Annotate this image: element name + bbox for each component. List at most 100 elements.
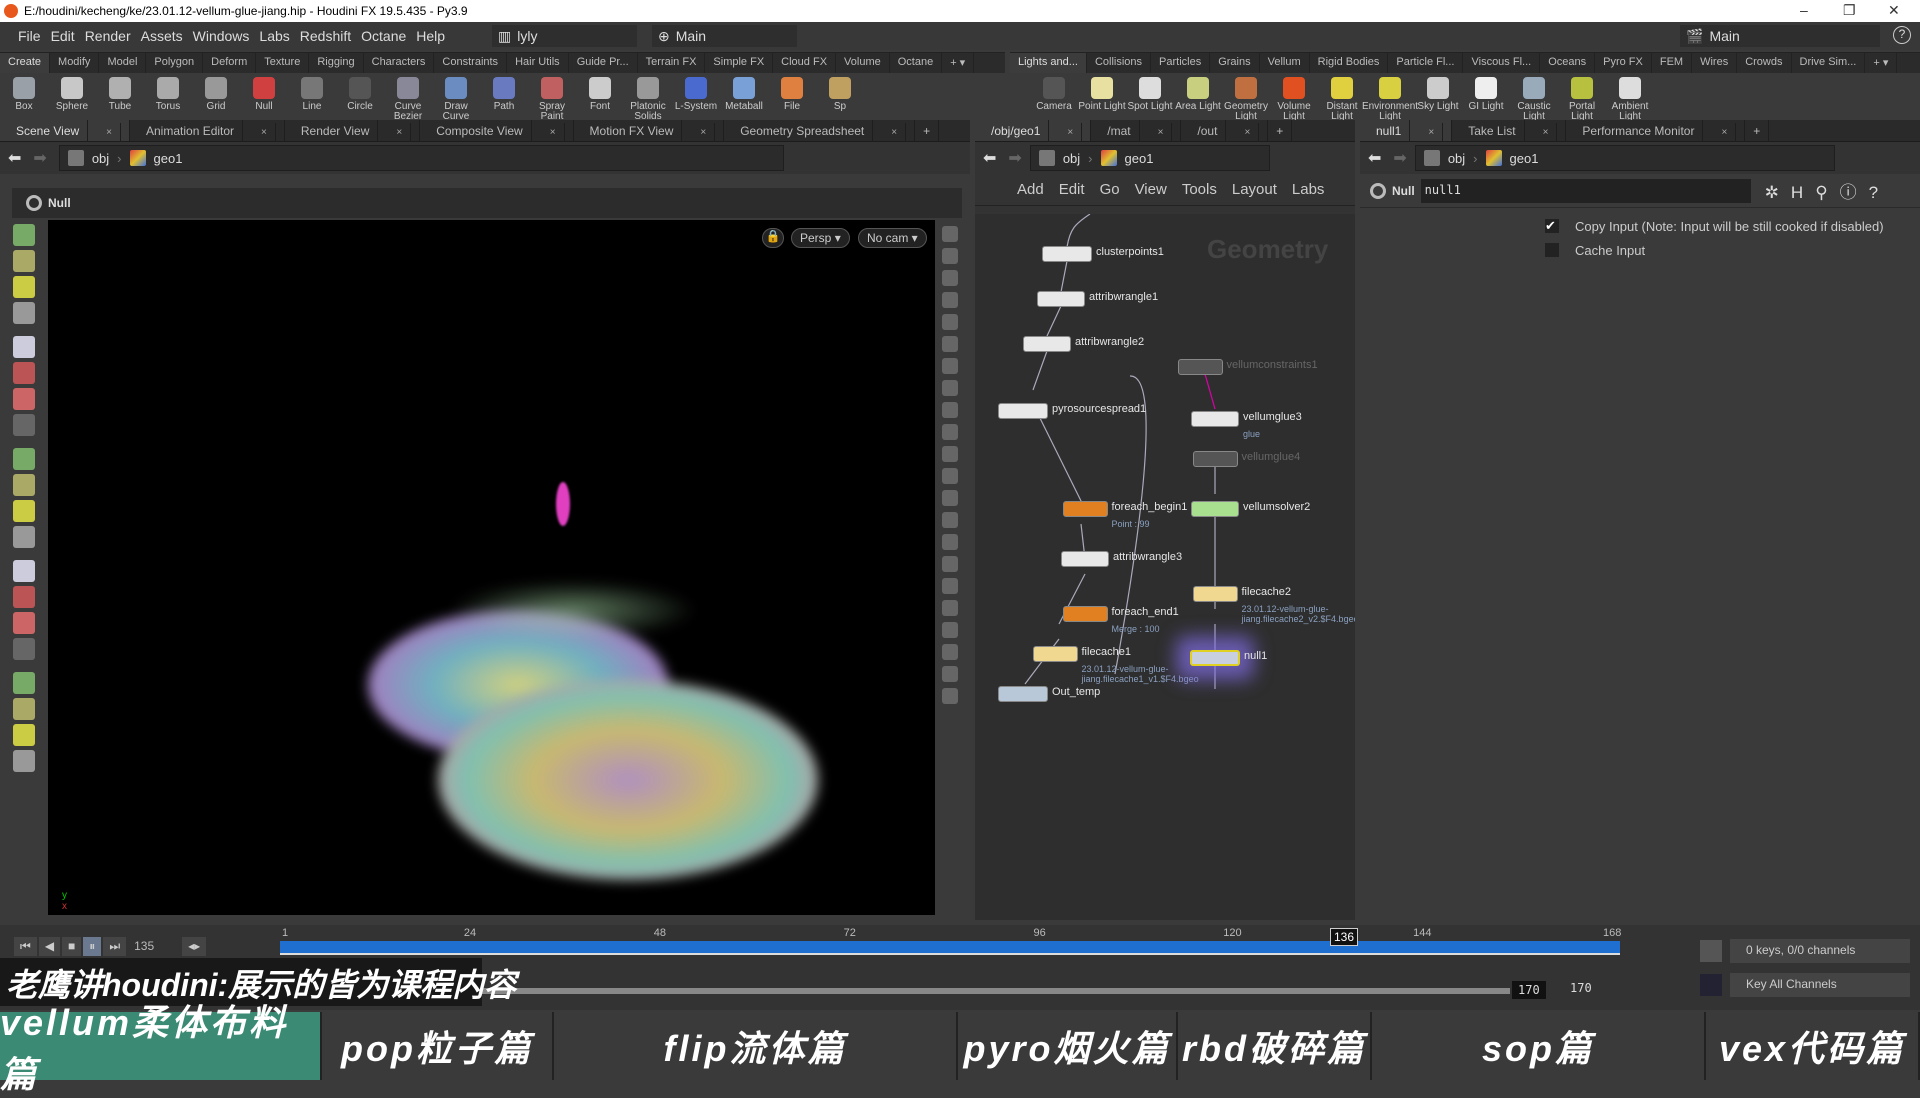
shelf-tool[interactable]: L-System bbox=[672, 77, 720, 122]
display-option-icon[interactable] bbox=[942, 600, 958, 616]
shelf-tab[interactable]: Particles bbox=[1151, 53, 1211, 73]
pause-icon[interactable]: ⏸ bbox=[83, 937, 102, 956]
menu-labs[interactable]: Labs bbox=[259, 28, 289, 44]
network-node[interactable] bbox=[1061, 551, 1109, 567]
shelf-tool[interactable]: Platonic Solids bbox=[624, 77, 672, 122]
course-banner[interactable]: flip流体篇 bbox=[554, 1012, 958, 1080]
keys-status[interactable]: 0 keys, 0/0 channels bbox=[1730, 939, 1910, 963]
close-tab-icon[interactable]: × bbox=[883, 123, 907, 142]
viewport-tool-icon[interactable] bbox=[13, 302, 35, 324]
skip-end-icon[interactable]: ⏭ bbox=[103, 937, 127, 956]
viewport[interactable]: 🔒 Persp ▾ No cam ▾ yx bbox=[48, 220, 935, 915]
shelf-tool[interactable]: Path bbox=[480, 77, 528, 122]
shelf-tool[interactable]: Spray Paint bbox=[528, 77, 576, 122]
minimize-button[interactable]: – bbox=[1800, 2, 1808, 18]
network-menu-item[interactable]: Labs bbox=[1292, 181, 1325, 198]
shelf-tab[interactable]: Oceans bbox=[1540, 53, 1596, 73]
course-banner[interactable]: vex代码篇 bbox=[1706, 1012, 1920, 1080]
display-option-icon[interactable] bbox=[942, 314, 958, 330]
close-tab-icon[interactable]: × bbox=[1149, 123, 1173, 142]
node-name-field[interactable]: null1 bbox=[1420, 178, 1751, 203]
sync-keys-icon[interactable] bbox=[1700, 940, 1722, 962]
viewport-tool-icon[interactable] bbox=[13, 474, 35, 496]
shelf-tool[interactable]: Portal Light bbox=[1558, 77, 1606, 122]
menu-edit[interactable]: Edit bbox=[51, 28, 75, 44]
network-node[interactable] bbox=[1190, 650, 1240, 666]
shelf-tool[interactable]: Draw Curve bbox=[432, 77, 480, 122]
shelf-tool[interactable]: Environment Light bbox=[1362, 77, 1418, 122]
network-node[interactable] bbox=[1062, 606, 1108, 622]
global-end-field[interactable]: 170 bbox=[1570, 981, 1592, 995]
step-frame-icon[interactable]: ◂▸ bbox=[182, 937, 207, 956]
shelf-tool[interactable]: Caustic Light bbox=[1510, 77, 1558, 122]
path-obj[interactable]: obj bbox=[1448, 151, 1465, 166]
close-tab-icon[interactable]: × bbox=[388, 123, 412, 142]
network-node[interactable] bbox=[1177, 359, 1223, 375]
forward-arrow-icon[interactable]: ➡ bbox=[1008, 148, 1021, 168]
network-node[interactable] bbox=[1037, 291, 1085, 307]
shelf-tab[interactable]: Lights and... bbox=[1010, 53, 1087, 73]
display-option-icon[interactable] bbox=[942, 402, 958, 418]
shelf-tool[interactable]: File bbox=[768, 77, 816, 122]
shelf-tool[interactable]: Volume Light bbox=[1270, 77, 1318, 122]
shelf-tool[interactable]: Distant Light bbox=[1318, 77, 1366, 122]
course-banner[interactable]: vellum柔体布料篇 bbox=[0, 1002, 322, 1095]
menu-octane[interactable]: Octane bbox=[361, 28, 406, 44]
shelf-tool[interactable]: Tube bbox=[96, 77, 144, 122]
display-option-icon[interactable] bbox=[942, 688, 958, 704]
display-option-icon[interactable] bbox=[942, 512, 958, 528]
course-banner[interactable]: pop粒子篇 bbox=[322, 1012, 554, 1080]
help-icon[interactable]: ? bbox=[1893, 26, 1911, 44]
shelf-tab[interactable]: Particle Fl... bbox=[1388, 53, 1464, 73]
menu-render[interactable]: Render bbox=[85, 28, 131, 44]
shelf-tool[interactable]: Grid bbox=[192, 77, 240, 122]
context-select[interactable]: ⊕ Main bbox=[652, 25, 797, 47]
close-tab-icon[interactable]: × bbox=[692, 123, 716, 142]
viewport-tool-icon[interactable] bbox=[13, 362, 35, 384]
play-reverse-icon[interactable]: ◀ bbox=[38, 937, 61, 956]
shelf-tool[interactable]: Ambient Light bbox=[1606, 77, 1654, 122]
pane-tab[interactable]: Composite View × bbox=[420, 120, 574, 142]
viewport-tool-icon[interactable] bbox=[13, 250, 35, 272]
shelf-tool[interactable]: Torus bbox=[144, 77, 192, 122]
close-tab-icon[interactable]: × bbox=[98, 123, 121, 142]
right-context-select[interactable]: 🎬 Main bbox=[1680, 25, 1880, 47]
shelf-tab[interactable]: Texture bbox=[256, 53, 310, 73]
shelf-tool[interactable]: GI Light bbox=[1462, 77, 1510, 122]
viewport-tool-icon[interactable] bbox=[13, 224, 35, 246]
curve-icon[interactable] bbox=[1700, 974, 1722, 996]
shelf-tab[interactable]: Wires bbox=[1692, 53, 1738, 73]
viewport-tool-icon[interactable] bbox=[13, 672, 35, 694]
path-geo1[interactable]: geo1 bbox=[1125, 151, 1154, 166]
shelf-tool[interactable]: Null bbox=[240, 77, 288, 122]
viewport-tool-icon[interactable] bbox=[13, 414, 35, 436]
timeline-bar[interactable] bbox=[280, 941, 1620, 955]
close-tab-icon[interactable]: × bbox=[1420, 123, 1444, 142]
add-shelf-icon[interactable]: + ▾ bbox=[942, 53, 975, 73]
network-node[interactable] bbox=[1192, 451, 1238, 467]
close-button[interactable]: ✕ bbox=[1888, 2, 1900, 19]
viewport-tool-icon[interactable] bbox=[13, 388, 35, 410]
shelf-tool[interactable]: Camera bbox=[1030, 77, 1078, 122]
persp-menu[interactable]: Persp ▾ bbox=[791, 228, 850, 248]
display-option-icon[interactable] bbox=[942, 468, 958, 484]
forward-arrow-icon[interactable]: ➡ bbox=[33, 148, 46, 168]
pane-tab[interactable]: Motion FX View × bbox=[574, 120, 725, 142]
shelf-tab[interactable]: Volume bbox=[836, 53, 890, 73]
viewport-tool-icon[interactable] bbox=[13, 526, 35, 548]
display-option-icon[interactable] bbox=[942, 622, 958, 638]
shelf-tab[interactable]: Constraints bbox=[434, 53, 508, 73]
pane-tab[interactable]: /mat × bbox=[1091, 120, 1182, 142]
display-option-icon[interactable] bbox=[942, 424, 958, 440]
key-mode-select[interactable]: Key All Channels bbox=[1730, 973, 1910, 997]
display-option-icon[interactable] bbox=[942, 270, 958, 286]
path-geo1[interactable]: geo1 bbox=[1510, 151, 1539, 166]
close-tab-icon[interactable]: × bbox=[1236, 123, 1260, 142]
shelf-tab[interactable]: Simple FX bbox=[705, 53, 774, 73]
camera-menu[interactable]: No cam ▾ bbox=[858, 228, 927, 248]
menu-redshift[interactable]: Redshift bbox=[300, 28, 351, 44]
close-tab-icon[interactable]: × bbox=[1059, 123, 1083, 142]
pane-tab[interactable]: Scene View × bbox=[0, 120, 130, 142]
back-arrow-icon[interactable]: ⬅ bbox=[1368, 148, 1381, 168]
shelf-tab[interactable]: Characters bbox=[364, 53, 435, 73]
